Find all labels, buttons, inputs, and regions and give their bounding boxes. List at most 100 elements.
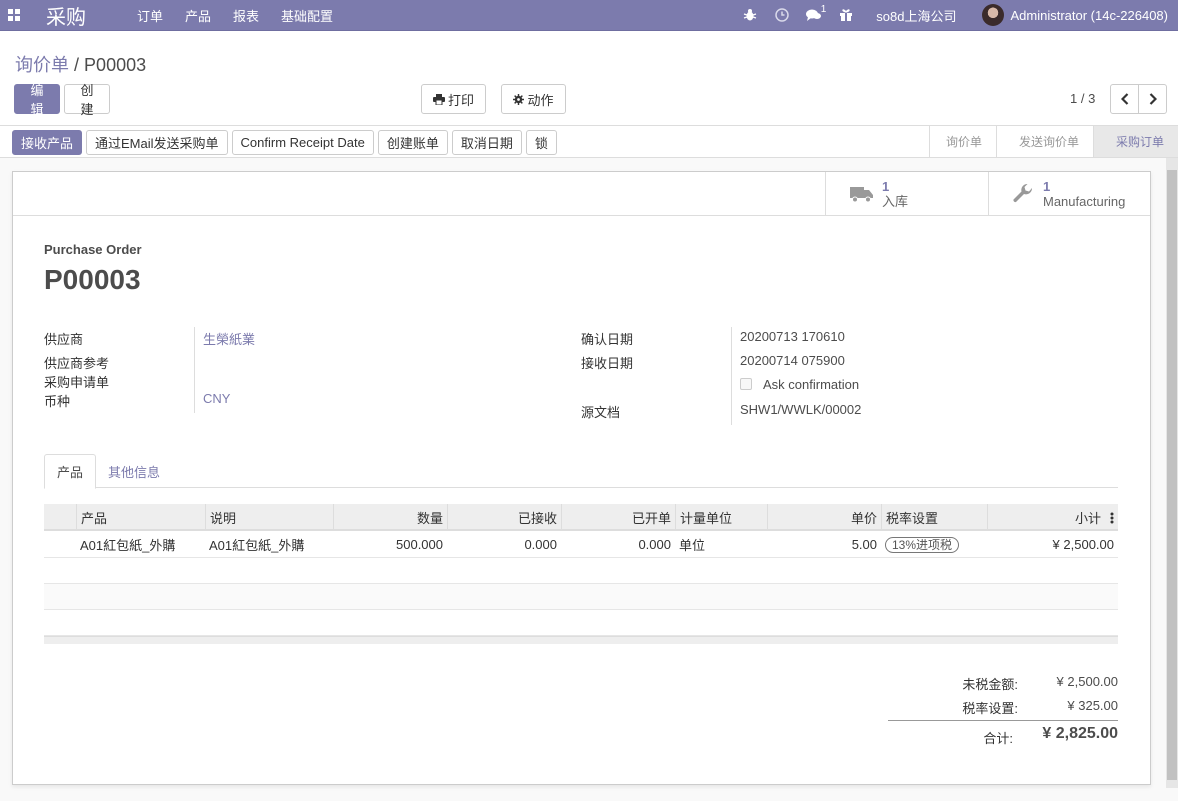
menu-configuration[interactable]: 基础配置 <box>270 6 344 25</box>
tab-products[interactable]: 产品 <box>44 454 97 489</box>
cell-billed: 0.000 <box>638 537 671 552</box>
pager-value[interactable]: 1 / 3 <box>1070 91 1095 106</box>
vendor-label: 供应商 <box>44 332 84 347</box>
receipts-label: 入库 <box>882 193 909 209</box>
activity-clock-icon[interactable] <box>766 0 798 31</box>
print-button[interactable]: 打印 <box>421 84 486 114</box>
user-name: Administrator (14c-226408) <box>1010 7 1168 23</box>
column-uom[interactable]: 计量单位 <box>675 504 767 531</box>
chevron-left-icon <box>1120 93 1128 105</box>
confirm-receipt-date-button[interactable]: Confirm Receipt Date <box>231 130 374 155</box>
tax-amount-value: ¥ 325.00 <box>1067 698 1118 713</box>
column-subtotal-label: 小计 <box>1074 511 1101 526</box>
messages-icon[interactable]: 1 <box>798 0 830 31</box>
column-subtotal[interactable]: 小计 <box>987 504 1118 531</box>
stage-purchase-order[interactable]: 采购订单 <box>1092 126 1178 157</box>
column-quantity[interactable]: 数量 <box>333 504 447 531</box>
lock-button[interactable]: 锁 <box>525 130 557 155</box>
empty-row <box>44 584 1118 610</box>
receipt-date-field: 20200714 075900 <box>740 353 845 368</box>
total-label: 合计: <box>983 731 1013 746</box>
source-document-label: 源文档 <box>581 405 621 420</box>
company-switcher[interactable]: so8d上海公司 <box>862 6 970 25</box>
breadcrumb-current: P00003 <box>84 55 147 75</box>
empty-row <box>44 558 1118 584</box>
pager-previous-button[interactable] <box>1110 84 1139 114</box>
source-document-field: SHW1/WWLK/00002 <box>740 402 862 417</box>
column-billed[interactable]: 已开单 <box>561 504 675 531</box>
debug-icon[interactable] <box>734 0 766 31</box>
tax-tag: 13%进项税 <box>885 536 960 553</box>
receipt-date-label: 接收日期 <box>581 356 634 371</box>
right-group-divider <box>731 327 732 425</box>
stage-rfq[interactable]: 询价单 <box>928 126 996 157</box>
left-group-divider <box>194 327 195 413</box>
tab-other-info[interactable]: 其他信息 <box>96 454 172 488</box>
chevron-right-icon <box>1149 93 1157 105</box>
cell-unit-price: 5.00 <box>851 537 877 552</box>
truck-icon <box>842 185 882 203</box>
manufacturing-label: Manufacturing <box>1043 193 1126 209</box>
pager-next-button[interactable] <box>1138 84 1167 114</box>
send-po-email-button[interactable]: 通过EMail发送采购单 <box>86 130 228 155</box>
cell-product: A01紅包紙_外購 <box>80 538 176 553</box>
cell-description: A01紅包紙_外購 <box>209 538 305 553</box>
currency-label: 币种 <box>44 394 71 409</box>
column-product[interactable]: 产品 <box>76 504 205 531</box>
scrollbar-thumb[interactable] <box>1167 170 1177 780</box>
breadcrumb-parent[interactable]: 询价单 <box>15 55 69 75</box>
statusbar: 接收产品 通过EMail发送采购单 Confirm Receipt Date 创… <box>0 125 1178 158</box>
currency-field[interactable]: CNY <box>203 391 230 406</box>
table-footer <box>44 636 1118 644</box>
ask-confirmation-checkbox[interactable] <box>740 378 752 390</box>
vendor-field[interactable]: 生榮紙業 <box>203 329 255 348</box>
column-options-icon[interactable] <box>1110 512 1114 524</box>
print-label: 打印 <box>447 92 474 108</box>
column-taxes[interactable]: 税率设置 <box>881 504 987 531</box>
breadcrumb: 询价单 / P00003 <box>15 51 146 77</box>
action-label: 动作 <box>527 92 554 108</box>
receipts-smart-button[interactable]: 1 入库 <box>825 172 988 215</box>
cancel-date-button[interactable]: 取消日期 <box>451 130 522 155</box>
gift-icon[interactable] <box>830 0 862 31</box>
manufacturing-count: 1 <box>1043 178 1051 194</box>
column-description[interactable]: 说明 <box>205 504 333 531</box>
action-button[interactable]: 动作 <box>501 84 566 114</box>
stage-pipeline: 询价单 发送询价单 采购订单 <box>928 126 1178 157</box>
menu-reports[interactable]: 报表 <box>222 6 270 25</box>
user-menu[interactable]: Administrator (14c-226408) <box>970 4 1178 26</box>
breadcrumb-separator: / <box>74 55 80 75</box>
cell-received: 0.000 <box>524 537 557 552</box>
menu-products[interactable]: 产品 <box>174 6 222 25</box>
confirmation-date-field: 20200713 170610 <box>740 329 845 344</box>
handle-column <box>44 504 76 531</box>
app-brand[interactable]: 采购 <box>46 1 86 30</box>
top-navbar: 采购 订单 产品 报表 基础配置 1 so8d上海公司 Administrato… <box>0 0 1178 31</box>
cell-quantity: 500.000 <box>396 537 443 552</box>
form-sheet: 1 入库 1 Manufacturing Purchase Order P000… <box>12 171 1151 785</box>
cell-subtotal: ¥ 2,500.00 <box>1052 537 1114 552</box>
create-bill-button[interactable]: 创建账单 <box>377 130 448 155</box>
manufacturing-smart-button[interactable]: 1 Manufacturing <box>988 172 1150 215</box>
empty-row <box>44 610 1118 636</box>
menu-orders[interactable]: 订单 <box>126 6 174 25</box>
smart-button-box: 1 入库 1 Manufacturing <box>13 172 1150 216</box>
notebook-tabs: 产品 其他信息 <box>44 454 1118 489</box>
edit-button[interactable]: 编辑 <box>14 83 60 117</box>
order-lines-table: 产品 说明 数量 已接收 已开单 计量单位 单价 税率设置 小计 A01紅包紙_… <box>44 504 1118 644</box>
cell-uom: 单位 <box>679 538 706 553</box>
untaxed-amount-value: ¥ 2,500.00 <box>1056 674 1118 689</box>
stage-rfq-sent[interactable]: 发送询价单 <box>995 126 1093 157</box>
receipts-count: 1 <box>882 178 890 194</box>
column-unit-price[interactable]: 单价 <box>767 504 881 531</box>
requisition-label: 采购申请单 <box>44 375 110 390</box>
create-button[interactable]: 创建 <box>64 83 110 117</box>
apps-menu-icon[interactable] <box>0 0 28 31</box>
messages-badge: 1 <box>820 3 827 15</box>
column-received[interactable]: 已接收 <box>447 504 561 531</box>
receive-products-button[interactable]: 接收产品 <box>12 130 83 155</box>
gear-icon <box>513 93 525 105</box>
wrench-icon <box>1003 183 1043 205</box>
table-row[interactable]: A01紅包紙_外購 A01紅包紙_外購 500.000 0.000 0.000 … <box>44 531 1118 558</box>
page-title: P00003 <box>44 264 141 295</box>
